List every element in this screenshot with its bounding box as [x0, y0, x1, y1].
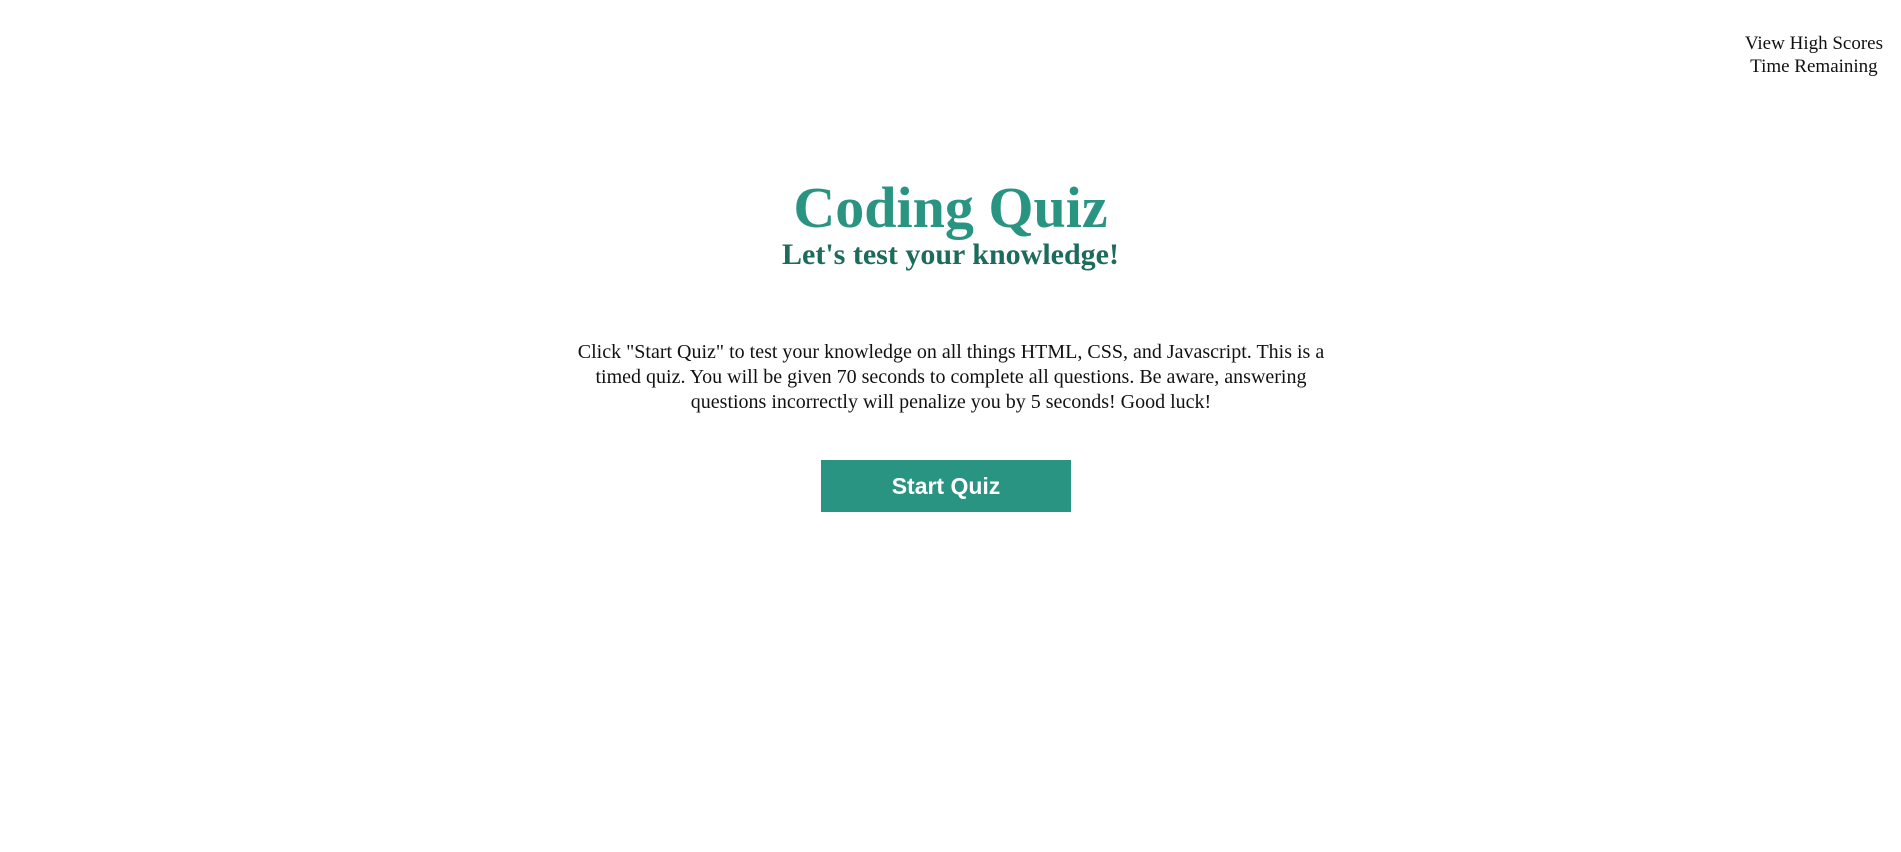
- quiz-subtitle: Let's test your knowledge!: [782, 238, 1119, 271]
- start-quiz-button[interactable]: Start Quiz: [821, 460, 1071, 512]
- quiz-instructions: Click "Start Quiz" to test your knowledg…: [577, 341, 1325, 413]
- top-bar: View High Scores Time Remaining: [1745, 32, 1883, 78]
- time-remaining-label: Time Remaining: [1750, 56, 1878, 77]
- view-high-scores-link[interactable]: View High Scores: [1745, 32, 1883, 55]
- quiz-title: Coding Quiz: [793, 175, 1108, 240]
